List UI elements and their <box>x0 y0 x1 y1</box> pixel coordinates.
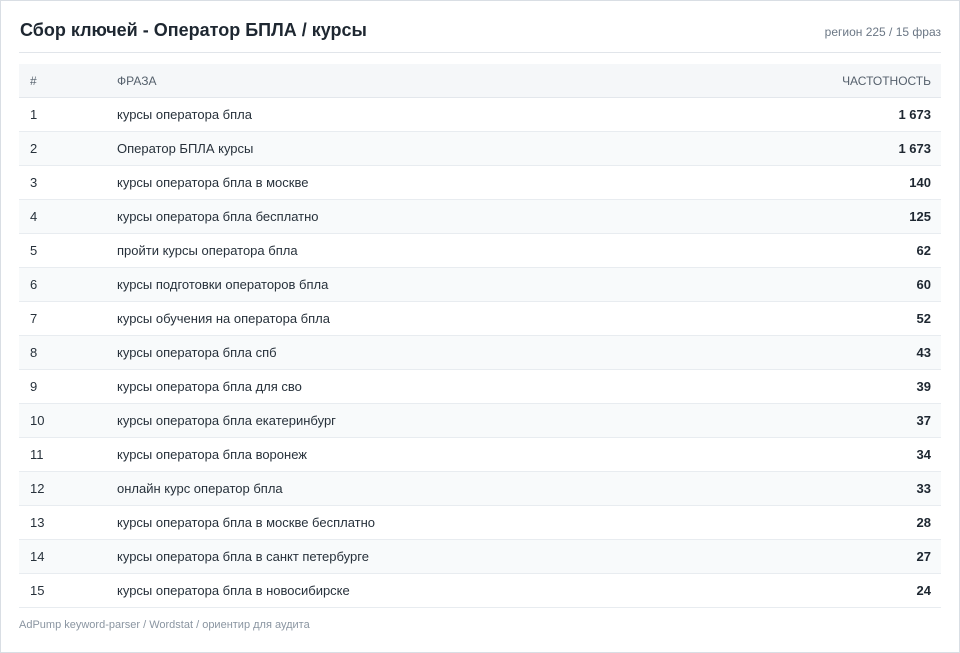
row-number: 14 <box>30 549 45 564</box>
table-row: 9 курсы оператора бпла для сво 39 <box>19 370 941 404</box>
row-number: 4 <box>30 209 38 224</box>
column-header-number: # <box>30 74 37 88</box>
row-frequency: 1 673 <box>898 107 931 122</box>
row-frequency: 52 <box>916 311 931 326</box>
row-phrase: курсы оператора бпла спб <box>117 345 277 360</box>
table-body: 1 курсы оператора бпла 1 673 2 Оператор БПЛА… <box>19 98 941 608</box>
table-row: 6 курсы подготовки операторов бпла 60 <box>19 268 941 302</box>
table-row: 8 курсы оператора бпла спб 43 <box>19 336 941 370</box>
row-phrase: курсы оператора бпла в новосибирске <box>117 583 350 598</box>
row-frequency: 27 <box>916 549 931 564</box>
row-number: 13 <box>30 515 45 530</box>
column-header-phrase: ФРАЗА <box>117 74 157 88</box>
row-phrase: курсы оператора бпла для сво <box>117 379 302 394</box>
row-frequency: 39 <box>916 379 931 394</box>
row-phrase: курсы оператора бпла в санкт петербурге <box>117 549 369 564</box>
table-row: 10 курсы оператора бпла екатеринбург 37 <box>19 404 941 438</box>
report-header: Сбор ключей - Оператор БПЛА / курсы реги… <box>19 11 941 53</box>
row-number: 2 <box>30 141 38 156</box>
row-frequency: 33 <box>916 481 931 496</box>
row-phrase: Оператор БПЛА курсы <box>117 141 254 156</box>
row-phrase: онлайн курс оператор бпла <box>117 481 283 496</box>
row-number: 8 <box>30 345 38 360</box>
row-frequency: 43 <box>916 345 931 360</box>
row-phrase: курсы оператора бпла бесплатно <box>117 209 319 224</box>
row-number: 15 <box>30 583 45 598</box>
table-row: 7 курсы обучения на оператора бпла 52 <box>19 302 941 336</box>
table-row: 4 курсы оператора бпла бесплатно 125 <box>19 200 941 234</box>
table-row: 2 Оператор БПЛА курсы 1 673 <box>19 132 941 166</box>
row-phrase: курсы обучения на оператора бпла <box>117 311 330 326</box>
table-row: 13 курсы оператора бпла в москве бесплатн… <box>19 506 941 540</box>
row-phrase: курсы оператора бпла воронеж <box>117 447 307 462</box>
row-frequency: 1 673 <box>898 141 931 156</box>
table-row: 11 курсы оператора бпла воронеж 34 <box>19 438 941 472</box>
row-phrase: пройти курсы оператора бпла <box>117 243 298 258</box>
row-phrase: курсы оператора бпла <box>117 107 252 122</box>
row-phrase: курсы оператора бпла в москве <box>117 175 309 190</box>
row-frequency: 24 <box>916 583 931 598</box>
row-frequency: 28 <box>916 515 931 530</box>
row-frequency: 34 <box>916 447 931 462</box>
row-frequency: 125 <box>909 209 931 224</box>
row-frequency: 37 <box>916 413 931 428</box>
row-phrase: курсы оператора бпла екатеринбург <box>117 413 336 428</box>
keyword-report-panel: Сбор ключей - Оператор БПЛА / курсы реги… <box>0 0 960 653</box>
table-row: 5 пройти курсы оператора бпла 62 <box>19 234 941 268</box>
row-frequency: 60 <box>916 277 931 292</box>
row-number: 12 <box>30 481 45 496</box>
column-header-frequency: ЧАСТОТНОСТЬ <box>842 74 931 88</box>
table-header-row: # ФРАЗА ЧАСТОТНОСТЬ <box>19 64 941 98</box>
row-number: 3 <box>30 175 38 190</box>
row-frequency: 62 <box>916 243 931 258</box>
table-row: 1 курсы оператора бпла 1 673 <box>19 98 941 132</box>
table-row: 12 онлайн курс оператор бпла 33 <box>19 472 941 506</box>
table-row: 3 курсы оператора бпла в москве 140 <box>19 166 941 200</box>
row-number: 1 <box>30 107 38 122</box>
row-number: 10 <box>30 413 45 428</box>
row-phrase: курсы оператора бпла в москве бесплатно <box>117 515 376 530</box>
row-number: 9 <box>30 379 38 394</box>
table-row: 15 курсы оператора бпла в новосибирске 24 <box>19 574 941 608</box>
report-meta: регион 225 / 15 фраз <box>824 25 941 39</box>
row-number: 11 <box>30 447 44 462</box>
footer-note: AdPump keyword-parser / Wordstat / ориен… <box>19 619 310 631</box>
table-row: 14 курсы оператора бпла в санкт петербург… <box>19 540 941 574</box>
row-number: 5 <box>30 243 38 258</box>
row-number: 6 <box>30 277 38 292</box>
row-frequency: 140 <box>909 175 931 190</box>
page-title: Сбор ключей - Оператор БПЛА / курсы <box>20 20 367 40</box>
row-number: 7 <box>30 311 38 326</box>
row-phrase: курсы подготовки операторов бпла <box>117 277 329 292</box>
keywords-table: # ФРАЗА ЧАСТОТНОСТЬ 1 курсы оператора бпл… <box>19 64 941 608</box>
